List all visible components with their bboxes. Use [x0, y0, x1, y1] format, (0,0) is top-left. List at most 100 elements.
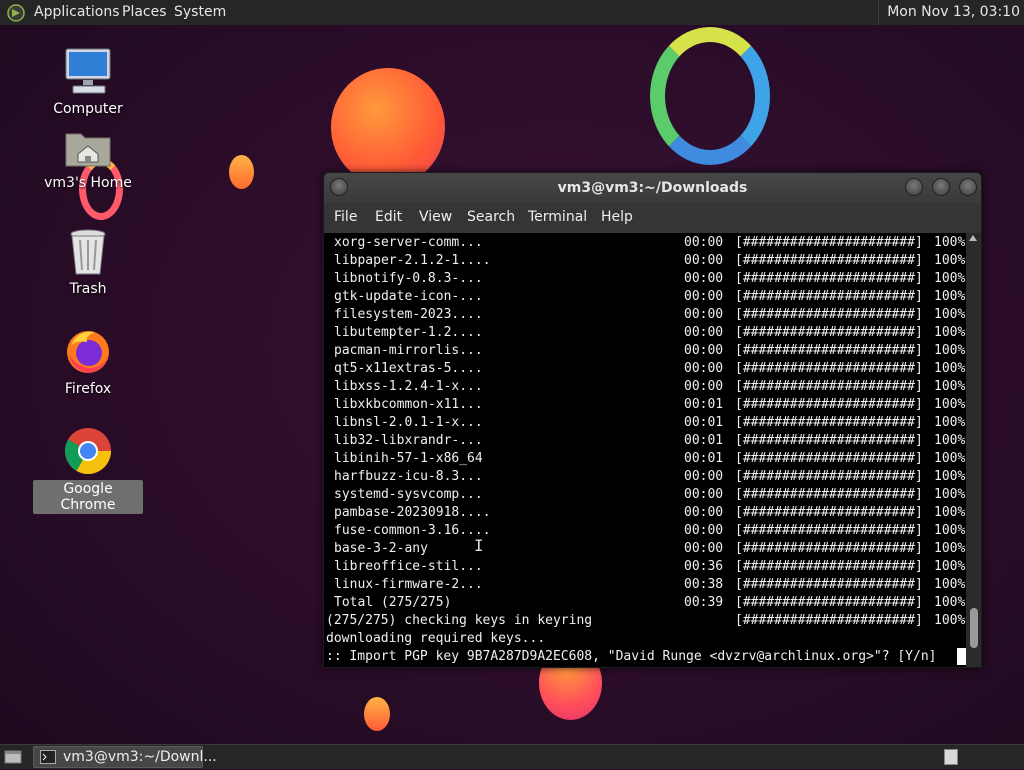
- progress-percent: 100%: [934, 487, 966, 502]
- elapsed-time: 00:36: [684, 559, 724, 574]
- elapsed-time: 00:00: [684, 289, 724, 304]
- package-name: filesystem-2023....: [334, 307, 483, 322]
- scroll-up-arrow-icon[interactable]: [969, 235, 977, 241]
- package-name: xorg-server-comm...: [334, 235, 483, 250]
- text-cursor-icon: I: [474, 536, 484, 555]
- wallpaper-bottom-small-blob: [364, 697, 390, 731]
- pgp-import-prompt: :: Import PGP key 9B7A287D9A2EC608, "Dav…: [326, 649, 937, 664]
- package-name: libnsl-2.0.1-1-x...: [334, 415, 483, 430]
- home-folder-icon: [33, 128, 143, 174]
- menu-search[interactable]: Search: [467, 209, 515, 225]
- applications-menu[interactable]: Applications: [34, 4, 120, 20]
- progress-bar: [######################]: [735, 577, 923, 592]
- progress-bar: [######################]: [735, 271, 923, 286]
- menu-file[interactable]: File: [334, 209, 357, 225]
- progress-bar: [######################]: [735, 451, 923, 466]
- terminal-window[interactable]: vm3@vm3:~/Downloads File Edit View Searc…: [323, 172, 982, 668]
- close-button[interactable]: [959, 178, 977, 196]
- elapsed-time: 00:38: [684, 577, 724, 592]
- package-name: lib32-libxrandr-...: [334, 433, 483, 448]
- progress-percent: 100%: [934, 379, 966, 394]
- firefox-icon: [33, 326, 143, 380]
- window-titlebar[interactable]: vm3@vm3:~/Downloads: [324, 173, 981, 203]
- progress-bar: [######################]: [735, 523, 923, 538]
- package-name: base-3-2-any: [334, 541, 428, 556]
- package-name: qt5-x11extras-5....: [334, 361, 483, 376]
- terminal-scrollbar[interactable]: [966, 233, 981, 667]
- progress-percent: 100%: [934, 415, 966, 430]
- desktop-icon-label: vm3's Home: [44, 175, 132, 191]
- progress-bar: [######################]: [735, 343, 923, 358]
- elapsed-time: 00:01: [684, 451, 724, 466]
- progress-bar: [######################]: [735, 379, 923, 394]
- progress-percent: 100%: [934, 469, 966, 484]
- progress-percent: 100%: [934, 433, 966, 448]
- places-menu[interactable]: Places: [122, 4, 167, 20]
- desktop-icon-home[interactable]: vm3's Home: [33, 128, 143, 192]
- bottom-panel: vm3@vm3:~/Downl...: [0, 744, 1024, 769]
- package-name: systemd-sysvcomp...: [334, 487, 483, 502]
- trash-icon: [33, 228, 143, 280]
- wallpaper-small-orange-blob: [229, 155, 254, 189]
- progress-bar: [######################]: [735, 469, 923, 484]
- elapsed-time: 00:01: [684, 397, 724, 412]
- maximize-button[interactable]: [932, 178, 950, 196]
- elapsed-time: 00:00: [684, 469, 724, 484]
- package-name: fuse-common-3.16....: [334, 523, 491, 538]
- elapsed-time: 00:00: [684, 307, 724, 322]
- taskbar-terminal-button[interactable]: vm3@vm3:~/Downl...: [33, 746, 217, 770]
- minimize-button[interactable]: [905, 178, 923, 196]
- progress-bar: [######################]: [735, 397, 923, 412]
- desktop-icon-computer[interactable]: Computer: [33, 46, 143, 118]
- progress-bar: [######################]: [735, 307, 923, 322]
- elapsed-time: 00:00: [684, 235, 724, 250]
- package-name: pacman-mirrorlis...: [334, 343, 483, 358]
- elapsed-time: 00:01: [684, 433, 724, 448]
- chrome-icon: [33, 426, 143, 480]
- package-name: libreoffice-stil...: [334, 559, 483, 574]
- distro-logo-icon[interactable]: [7, 4, 25, 26]
- elapsed-time: 00:00: [684, 487, 724, 502]
- clock[interactable]: Mon Nov 13, 03:10: [878, 0, 1024, 25]
- package-name: libxss-1.2.4-1-x...: [334, 379, 483, 394]
- show-desktop-icon[interactable]: [4, 749, 22, 768]
- desktop-icon-firefox[interactable]: Firefox: [33, 326, 143, 398]
- progress-percent: 100%: [934, 577, 966, 592]
- scrollbar-thumb[interactable]: [970, 608, 978, 648]
- progress-percent: 100%: [934, 253, 966, 268]
- menu-view[interactable]: View: [419, 209, 452, 225]
- progress-bar: [######################]: [735, 253, 923, 268]
- elapsed-time: 00:00: [684, 541, 724, 556]
- progress-percent: 100%: [934, 361, 966, 376]
- progress-percent: 100%: [934, 343, 966, 358]
- progress-percent: 100%: [934, 523, 966, 538]
- menu-help[interactable]: Help: [601, 209, 633, 225]
- elapsed-time: 00:00: [684, 343, 724, 358]
- window-title: vm3@vm3:~/Downloads: [557, 180, 748, 196]
- progress-bar: [######################]: [735, 289, 923, 304]
- desktop-icon-trash[interactable]: Trash: [33, 228, 143, 298]
- progress-percent: 100%: [934, 397, 966, 412]
- package-name: libnotify-0.8.3-...: [334, 271, 483, 286]
- keyring-percent: 100%: [934, 613, 966, 628]
- progress-percent: 100%: [934, 289, 966, 304]
- progress-bar: [######################]: [735, 361, 923, 376]
- desktop-icon-google-chrome[interactable]: Google Chrome: [33, 426, 143, 514]
- wallpaper-orange-blob: [331, 68, 445, 186]
- workspace-switcher[interactable]: [944, 749, 958, 765]
- package-name: pambase-20230918....: [334, 505, 491, 520]
- terminal-output[interactable]: xorg-server-comm...27.6 KiB89.1 KiB/s00:…: [324, 233, 966, 667]
- wallpaper-ring: [650, 27, 770, 165]
- desktop-icon-label: Google Chrome: [33, 480, 143, 514]
- menu-terminal[interactable]: Terminal: [528, 209, 587, 225]
- progress-percent: 100%: [934, 325, 966, 340]
- terminal-icon: [40, 750, 56, 770]
- elapsed-time: 00:00: [684, 253, 724, 268]
- progress-bar: [######################]: [735, 595, 923, 610]
- progress-bar: [######################]: [735, 235, 923, 250]
- system-menu[interactable]: System: [174, 4, 226, 20]
- progress-bar: [######################]: [735, 505, 923, 520]
- menu-edit[interactable]: Edit: [375, 209, 402, 225]
- progress-bar: [######################]: [735, 541, 923, 556]
- package-name: libinih-57-1-x86_64: [334, 451, 483, 466]
